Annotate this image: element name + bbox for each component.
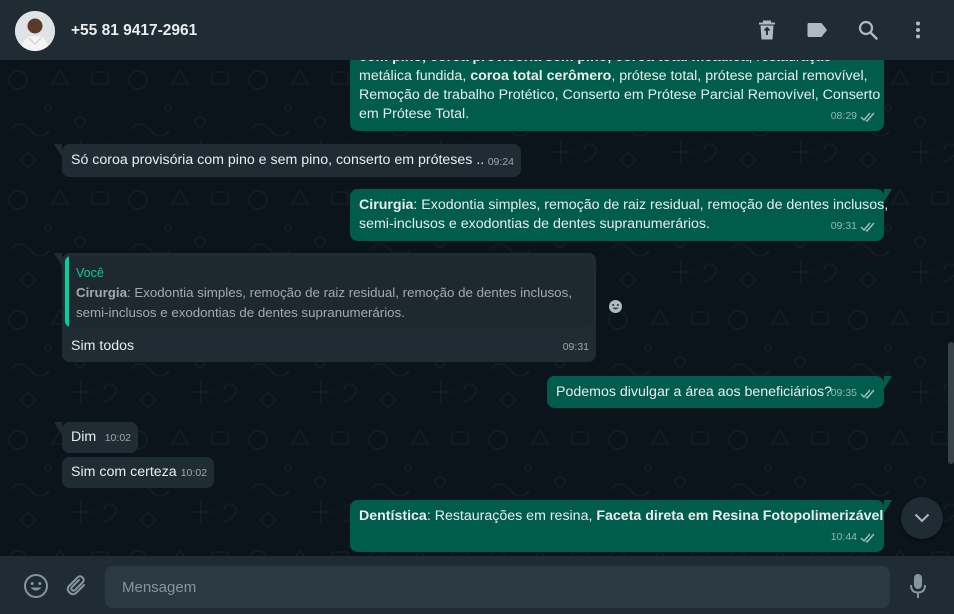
message-time: 10:44 xyxy=(830,531,857,543)
message-meta: 09:31 xyxy=(831,217,876,236)
double-check-icon xyxy=(860,533,875,543)
message-input[interactable] xyxy=(105,566,890,608)
message-text: Só coroa provisória com pino e sem pino,… xyxy=(71,152,485,168)
scroll-to-bottom-button[interactable] xyxy=(901,497,943,539)
message-time: 09:35 xyxy=(830,387,857,399)
message-meta: 10:02 xyxy=(181,464,207,483)
message-text: Cirurgia: Exodontia simples, remoção de … xyxy=(359,197,889,232)
message-line: com pino, coroa provisória sem pino, cor… xyxy=(359,60,879,67)
message-time: 08:29 xyxy=(830,110,857,122)
message-bubble-incoming[interactable]: Só coroa provisória com pino e sem pino,… xyxy=(54,144,521,177)
message-meta: 09:31 xyxy=(563,338,589,357)
quote-text: Cirurgia: Exodontia simples, remoção de … xyxy=(76,285,572,320)
bubble-tail-icon xyxy=(54,422,62,435)
composer xyxy=(0,556,954,614)
message-bubble-incoming[interactable]: Dim 10:02 xyxy=(54,422,138,453)
message-bubble-outgoing[interactable]: Cirurgia: Exodontia simples, remoção de … xyxy=(350,189,892,241)
message-time: 10:02 xyxy=(104,432,131,444)
message-time: 10:02 xyxy=(180,467,207,479)
message-text: com pino, coroa provisória sem pino, cor… xyxy=(359,60,881,124)
quote-accent-bar xyxy=(65,256,69,327)
chevron-down-icon xyxy=(914,513,930,523)
message-text: Podemos divulgar a área aos beneficiário… xyxy=(556,384,833,400)
message-text: Sim todos xyxy=(71,338,135,354)
message-meta: 09:35 xyxy=(831,384,876,403)
message-bubble-incoming-reply[interactable]: Você Cirurgia: Exodontia simples, remoçã… xyxy=(54,253,596,362)
menu-icon[interactable] xyxy=(907,19,929,41)
quoted-message[interactable]: Você Cirurgia: Exodontia simples, remoçã… xyxy=(65,256,593,327)
scrollbar-thumb[interactable] xyxy=(948,342,954,464)
message-text: Sim com certeza xyxy=(71,464,177,480)
message-meta: 10:02 xyxy=(105,429,131,448)
message-line: metálica fundida, coroa total cerômero, … xyxy=(359,68,868,84)
contact-name[interactable]: +55 81 9417-2961 xyxy=(71,22,197,40)
message-meta: 10:44 xyxy=(831,528,876,547)
message-bubble-outgoing[interactable]: com pino, coroa provisória sem pino, cor… xyxy=(350,60,884,131)
avatar-image-icon xyxy=(15,11,55,51)
double-check-icon xyxy=(860,222,875,232)
message-time: 09:24 xyxy=(487,156,514,168)
bubble-tail-icon xyxy=(884,500,892,513)
message-time: 09:31 xyxy=(830,220,857,232)
trash-icon[interactable] xyxy=(756,19,778,41)
message-list[interactable]: com pino, coroa provisória sem pino, cor… xyxy=(0,60,954,556)
message-meta: 08:29 xyxy=(831,107,876,126)
message-bubble-incoming[interactable]: Sim com certeza 10:02 xyxy=(62,457,214,488)
bubble-tail-icon xyxy=(54,144,62,157)
bubble-tail-icon xyxy=(884,376,892,389)
avatar[interactable] xyxy=(15,11,55,51)
message-text: Dentística: Restaurações em resina, Face… xyxy=(359,508,884,524)
message-bubble-outgoing[interactable]: Podemos divulgar a área aos beneficiário… xyxy=(547,376,892,408)
react-emoji-icon[interactable] xyxy=(606,297,625,316)
double-check-icon xyxy=(860,389,875,399)
chat-header: +55 81 9417-2961 xyxy=(0,0,954,60)
quote-author: Você xyxy=(76,266,104,280)
mic-icon[interactable] xyxy=(905,573,931,599)
bubble-tail-icon xyxy=(54,253,62,266)
message-text: Dim xyxy=(71,429,97,445)
message-bubble-outgoing[interactable]: Dentística: Restaurações em resina, Face… xyxy=(350,500,892,552)
message-line: em Prótese Total. xyxy=(359,106,470,122)
message-meta: 09:24 xyxy=(488,153,514,172)
double-check-icon xyxy=(860,112,875,122)
search-icon[interactable] xyxy=(857,19,879,41)
message-line: Remoção de trabalho Protético, Conserto … xyxy=(359,87,881,103)
message-time: 09:31 xyxy=(562,341,589,353)
attach-icon[interactable] xyxy=(64,573,90,599)
label-icon[interactable] xyxy=(806,19,828,41)
emoji-icon[interactable] xyxy=(23,573,49,599)
